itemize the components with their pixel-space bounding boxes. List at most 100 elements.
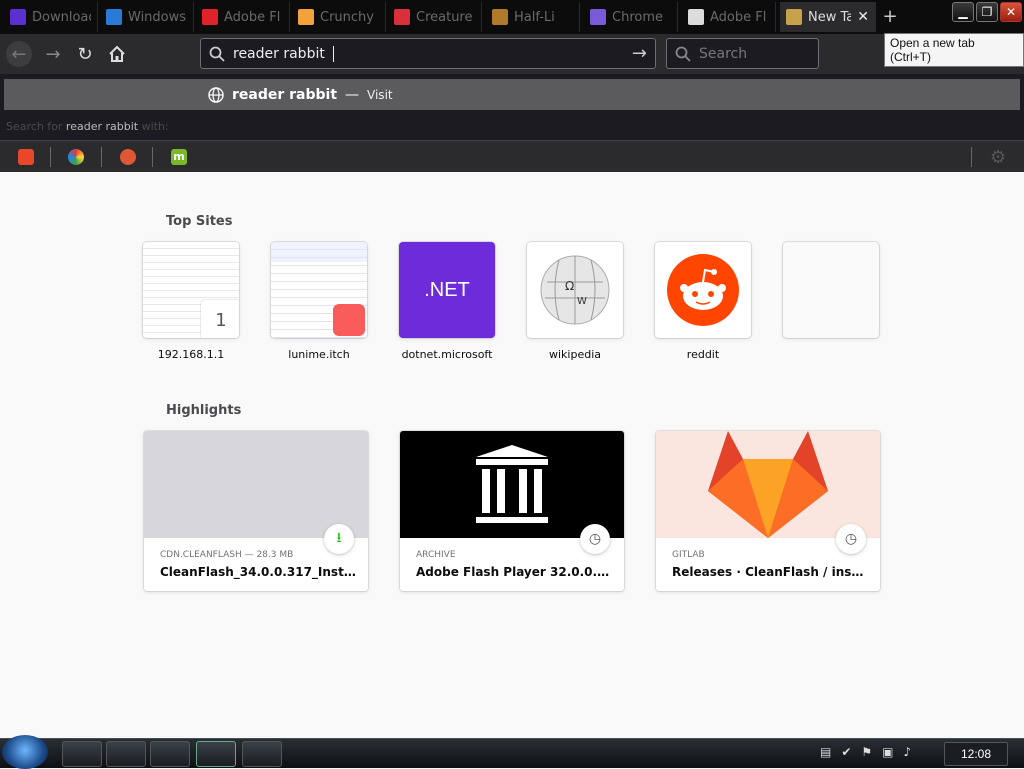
dotnet-favicon-icon bbox=[10, 9, 26, 25]
brave-icon[interactable] bbox=[18, 149, 34, 165]
dotnet-logo: .NET bbox=[424, 278, 470, 301]
clock-icon: ◷ bbox=[836, 524, 866, 554]
network-icon[interactable]: ▣ bbox=[882, 745, 893, 759]
tab-strip: Download Windows Adobe Fl Crunchy Creatu… bbox=[0, 0, 1024, 34]
tab-crunchy[interactable]: Crunchy bbox=[292, 2, 386, 32]
tab-chrome[interactable]: Chrome bbox=[584, 2, 678, 32]
gear-icon[interactable]: ⚙ bbox=[990, 147, 1006, 168]
start-button[interactable] bbox=[2, 735, 48, 769]
search-bar[interactable]: Search bbox=[666, 38, 819, 69]
new-tab-tooltip: Open a new tab (Ctrl+T) bbox=[884, 33, 1024, 67]
volume-icon[interactable]: ♪ bbox=[904, 745, 912, 759]
navigation-toolbar: ← → ↻ reader rabbit → Search ⇩ ║ ▭ ≡ bbox=[0, 34, 1024, 74]
url-bar[interactable]: reader rabbit → bbox=[200, 38, 656, 69]
new-tab-button[interactable]: + bbox=[876, 4, 904, 30]
close-tab-icon[interactable]: ✕ bbox=[857, 9, 869, 25]
maximize-button[interactable]: ❐ bbox=[976, 2, 998, 22]
card-context: ARCHIVE bbox=[416, 550, 456, 560]
card-title: Releases · CleanFlash / installer · GitL… bbox=[672, 565, 868, 579]
engine-divider bbox=[101, 147, 102, 167]
gitlab-logo-icon bbox=[708, 431, 828, 538]
card-context: CDN.CLEANFLASH — 28.3 MB bbox=[160, 550, 294, 560]
url-suggestions-popup: reader rabbit — Visit Search for reader … bbox=[0, 74, 1024, 172]
minimize-button[interactable]: ▁ bbox=[952, 2, 974, 22]
highlight-card[interactable]: ◷ GITLAB Releases · CleanFlash / install… bbox=[656, 431, 880, 591]
home-button[interactable] bbox=[104, 41, 130, 67]
one-off-search-engines: m ⚙ bbox=[0, 140, 1024, 172]
engine-divider bbox=[971, 147, 972, 167]
site-thumbnail: 1 bbox=[143, 242, 239, 338]
search-icon bbox=[209, 46, 225, 62]
reddit-logo-icon bbox=[667, 254, 739, 326]
top-site-placeholder bbox=[783, 242, 879, 348]
site-thumbnail bbox=[271, 242, 367, 338]
card-preview bbox=[656, 431, 880, 538]
reload-button[interactable]: ↻ bbox=[72, 41, 98, 67]
card-preview bbox=[400, 431, 624, 538]
arrow-right-icon: → bbox=[45, 43, 61, 65]
go-arrow-icon[interactable]: → bbox=[632, 43, 647, 64]
crunchy-favicon-icon bbox=[298, 9, 314, 25]
home-icon bbox=[109, 45, 125, 62]
top-site-tile[interactable]: .NET dotnet.microsoft bbox=[399, 242, 495, 361]
tab-half-life[interactable]: Half-Li bbox=[486, 2, 580, 32]
tab-windows[interactable]: Windows bbox=[100, 2, 194, 32]
url-input-value[interactable]: reader rabbit bbox=[233, 46, 325, 62]
top-site-tile[interactable]: 1 192.168.1.1 bbox=[143, 242, 239, 361]
highlight-card[interactable]: ⭳ CDN.CLEANFLASH — 28.3 MB CleanFlash_34… bbox=[144, 431, 368, 591]
site-label: wikipedia bbox=[548, 348, 601, 361]
download-icon: ⭳ bbox=[324, 524, 354, 554]
flag-icon[interactable]: ⚑ bbox=[861, 745, 872, 759]
text-caret bbox=[332, 45, 334, 62]
taskbar-app-1[interactable] bbox=[62, 741, 102, 767]
globe-icon bbox=[208, 86, 224, 103]
document-icon[interactable]: ▤ bbox=[820, 745, 831, 759]
chrome-favicon-icon bbox=[590, 9, 606, 25]
itch-favicon-icon bbox=[394, 9, 410, 25]
wikipedia-globe-icon: ΩW bbox=[540, 255, 610, 325]
search-icon bbox=[675, 46, 691, 62]
windows-taskbar: ▤ ✔ ⚑ ▣ ♪ 12:08 bbox=[0, 735, 1024, 769]
itch-icon bbox=[333, 304, 365, 336]
svg-text:W: W bbox=[577, 296, 587, 307]
back-button[interactable]: ← bbox=[6, 41, 32, 67]
card-title: CleanFlash_34.0.0.317_Installer.exe bbox=[160, 565, 356, 579]
mojeek-icon[interactable]: m bbox=[171, 149, 187, 165]
top-site-tile[interactable]: reddit bbox=[655, 242, 751, 361]
adobe-favicon-icon bbox=[202, 9, 218, 25]
tab-creature[interactable]: Creature bbox=[388, 2, 482, 32]
site-label: reddit bbox=[686, 348, 720, 361]
close-window-button[interactable]: ✕ bbox=[1000, 2, 1022, 22]
engine-divider bbox=[152, 147, 153, 167]
duckduckgo-icon[interactable] bbox=[120, 149, 136, 165]
clock-icon: ◷ bbox=[580, 524, 610, 554]
tab-new-tab[interactable]: New Tab✕ bbox=[780, 2, 876, 32]
highlights-title: Highlights bbox=[166, 403, 242, 418]
security-icon[interactable]: ✔ bbox=[841, 745, 851, 759]
site-label: lunime.itch bbox=[288, 348, 350, 361]
taskbar-app-2[interactable] bbox=[106, 741, 146, 767]
suggestion-visit[interactable]: reader rabbit — Visit bbox=[4, 79, 1020, 110]
taskbar-app-3[interactable] bbox=[150, 741, 190, 767]
tab-adobe-flash[interactable]: Adobe Fl bbox=[196, 2, 290, 32]
taskbar-clock[interactable]: 12:08 bbox=[944, 742, 1008, 766]
newtab-favicon-icon bbox=[786, 9, 802, 25]
chromium-icon[interactable] bbox=[68, 149, 84, 165]
card-context: GITLAB bbox=[672, 550, 705, 560]
archive-logo-icon bbox=[476, 444, 548, 523]
empty-site-thumbnail bbox=[783, 242, 879, 338]
taskbar-app-5[interactable] bbox=[242, 741, 282, 767]
archive-favicon-icon bbox=[688, 9, 704, 25]
top-site-tile[interactable]: lunime.itch bbox=[271, 242, 367, 361]
site-label: 192.168.1.1 bbox=[157, 348, 225, 361]
top-site-tile[interactable]: ΩW wikipedia bbox=[527, 242, 623, 361]
new-tab-page: Top Sites 1 192.168.1.1 lunime.itch .NET… bbox=[0, 172, 1024, 738]
tab-download[interactable]: Download bbox=[4, 2, 98, 32]
half-life-favicon-icon bbox=[492, 9, 508, 25]
tab-archive[interactable]: Adobe Fl bbox=[682, 2, 776, 32]
highlight-card[interactable]: ◷ ARCHIVE Adobe Flash Player 32.0.0.371 … bbox=[400, 431, 624, 591]
forward-button[interactable]: → bbox=[40, 41, 66, 67]
suggestion-action: Visit bbox=[367, 87, 393, 102]
taskbar-app-browser[interactable] bbox=[196, 741, 236, 767]
system-tray: ▤ ✔ ⚑ ▣ ♪ bbox=[820, 745, 911, 759]
